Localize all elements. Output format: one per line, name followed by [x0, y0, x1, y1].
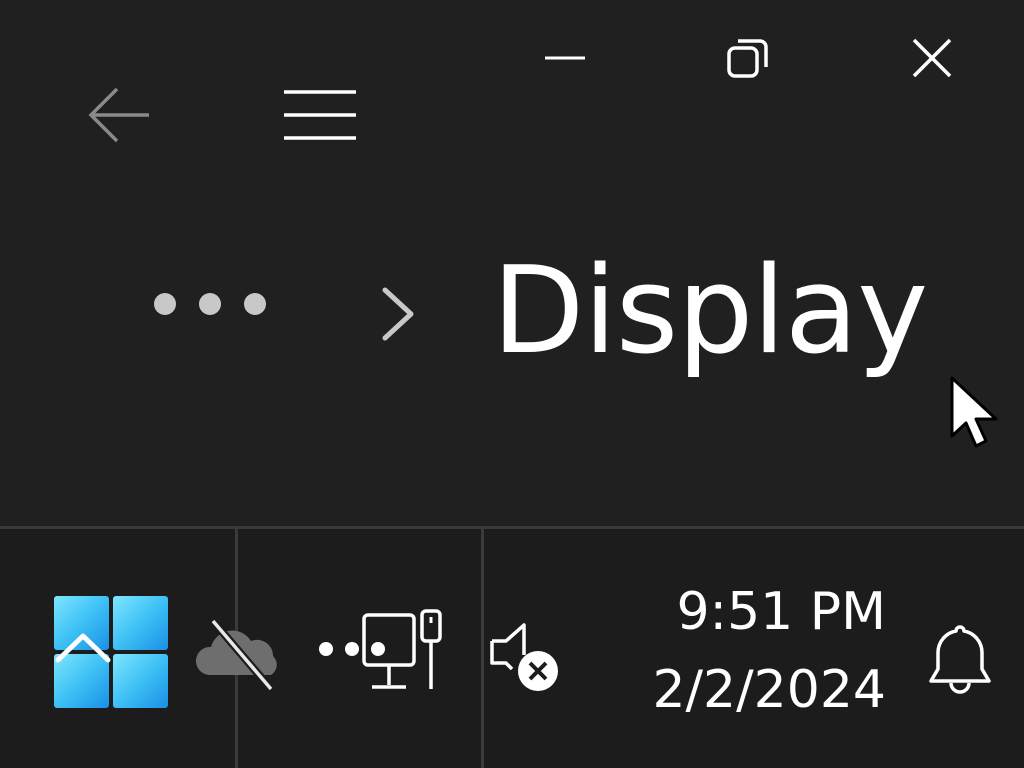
- close-icon: [912, 38, 952, 78]
- bell-icon: [929, 625, 991, 694]
- start-button[interactable]: [48, 591, 174, 713]
- cursor-arrow-icon: [950, 376, 998, 448]
- close-button[interactable]: [896, 30, 968, 86]
- onedrive-tray-button[interactable]: [192, 615, 288, 695]
- back-button[interactable]: [78, 80, 162, 150]
- more-horizontal-icon: [154, 293, 266, 315]
- volume-muted-icon: [490, 623, 558, 691]
- navigation-menu-button[interactable]: [272, 80, 368, 150]
- minimize-button[interactable]: [530, 30, 600, 86]
- settings-window: Display 9:51 PM 2/2/2024: [0, 0, 1024, 768]
- breadcrumb-separator: [368, 276, 428, 352]
- windows-start-icon: [54, 596, 168, 708]
- chevron-right-icon: [382, 287, 414, 341]
- mouse-cursor: [946, 374, 1006, 454]
- network-tray-button[interactable]: [314, 607, 448, 697]
- taskbar-clock[interactable]: 9:51 PM 2/2/2024: [600, 573, 886, 723]
- taskbar: 9:51 PM 2/2/2024: [0, 526, 1024, 768]
- arrow-left-icon: [88, 87, 149, 143]
- clock-date: 2/2/2024: [652, 660, 886, 720]
- page-title: Display: [492, 242, 928, 381]
- breadcrumb-overflow-button[interactable]: [140, 272, 280, 336]
- volume-tray-button[interactable]: [484, 613, 568, 697]
- onedrive-offline-icon: [195, 618, 277, 692]
- minimize-icon: [545, 56, 585, 60]
- restore-icon: [727, 39, 768, 78]
- clock-time: 9:51 PM: [676, 582, 886, 642]
- network-disconnected-icon: [319, 609, 442, 689]
- notifications-button[interactable]: [918, 609, 1002, 709]
- hamburger-menu-icon: [284, 90, 356, 140]
- restore-button[interactable]: [712, 30, 784, 86]
